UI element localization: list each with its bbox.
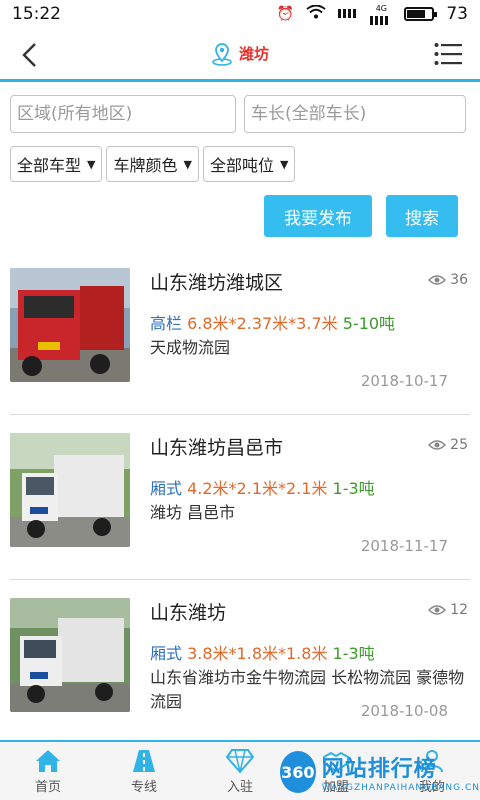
wifi-icon	[306, 4, 326, 23]
home-icon	[34, 748, 62, 774]
eye-icon	[428, 605, 447, 615]
vehicle-type: 厢式	[150, 644, 183, 663]
tab-home[interactable]: 首页	[0, 742, 96, 800]
listing-title: 山东潍坊昌邑市	[150, 437, 284, 459]
tab-join[interactable]: 入驻	[192, 742, 288, 800]
vehicle-specs: 厢式 3.8米*1.8米*1.8米 1-3吨	[150, 640, 375, 664]
vehicle-specs: 厢式 4.2米*2.1米*2.1米 1-3吨	[150, 475, 375, 499]
filter-input-row	[10, 95, 466, 133]
back-button[interactable]	[14, 40, 44, 70]
listing-date: 2018-11-17	[360, 537, 448, 555]
eye-icon	[428, 275, 447, 285]
list-item[interactable]: 山东潍坊潍城区 36 高栏 6.8米*2.37米*3.7米 5-10吨 天成物流…	[10, 250, 470, 415]
truck-photo	[10, 598, 130, 712]
publish-button[interactable]: 我要发布	[264, 195, 372, 237]
network-4g-icon: 4G	[370, 4, 392, 25]
vehicle-type-select[interactable]: 全部车型 ▼	[10, 146, 103, 182]
view-count-value: 25	[450, 437, 468, 453]
listing-date: 2018-10-17	[360, 372, 448, 390]
view-count-value: 36	[450, 272, 468, 288]
listing-location: 天成物流园	[150, 338, 231, 357]
search-button[interactable]: 搜索	[386, 195, 458, 237]
truck-photo	[10, 433, 130, 547]
page-title: 潍坊	[238, 45, 269, 63]
caret-down-icon: ▼	[279, 157, 289, 171]
battery-icon	[404, 7, 438, 21]
watermark-main: 网站排行榜	[321, 757, 437, 782]
view-count-value: 12	[450, 602, 468, 618]
vehicle-type: 厢式	[150, 479, 183, 498]
watermark-sub: WANGZHANPAIHANGBANG.CN	[321, 783, 480, 793]
plate-color-select[interactable]: 车牌颜色 ▼	[106, 146, 199, 182]
menu-button[interactable]	[434, 42, 462, 66]
status-bar: 15:22 ⏰ 4G 73	[0, 0, 480, 28]
vehicle-tonnage: 5-10吨	[342, 314, 396, 333]
tonnage-select[interactable]: 全部吨位 ▼	[202, 146, 296, 182]
status-icons: ⏰ 4G 73	[277, 4, 468, 25]
listing-title: 山东潍坊	[150, 602, 227, 624]
vehicle-type: 高栏	[150, 314, 183, 333]
chevron-left-icon	[22, 43, 36, 67]
vehicle-dimensions: 3.8米*1.8米*1.8米	[187, 644, 328, 663]
list-item[interactable]: 山东潍坊昌邑市 25 厢式 4.2米*2.1米*2.1米 1-3吨 潍坊 昌邑市…	[10, 415, 470, 580]
filter-select-row: 全部车型 ▼ 车牌颜色 ▼ 全部吨位 ▼	[10, 146, 296, 182]
truck-photo	[10, 268, 130, 382]
view-count: 25	[428, 437, 468, 453]
vehicle-tonnage: 1-3吨	[332, 644, 375, 663]
eye-icon	[428, 440, 447, 450]
watermark-logo: 360 网站排行榜 WANGZHANPAIHANGBANG.CN	[280, 744, 480, 800]
tonnage-value: 全部吨位	[209, 156, 274, 175]
watermark-badge: 360	[280, 751, 316, 793]
tab-label: 入驻	[226, 779, 253, 795]
vehicle-tonnage: 1-3吨	[332, 479, 375, 498]
action-row: 我要发布 搜索	[264, 195, 458, 237]
list-menu-icon	[434, 43, 462, 65]
tab-routes[interactable]: 专线	[96, 742, 192, 800]
location-pin-icon	[212, 42, 232, 66]
road-icon	[130, 748, 158, 774]
nav-bar: 潍坊	[0, 28, 480, 82]
vehicle-length-input[interactable]	[244, 95, 466, 133]
view-count: 36	[428, 272, 468, 288]
list-item[interactable]: 山东潍坊 12 厢式 3.8米*1.8米*1.8米 1-3吨 山东省潍坊市金牛物…	[10, 580, 470, 745]
caret-down-icon: ▼	[87, 157, 96, 171]
signal-icon	[338, 6, 358, 22]
listing-location: 潍坊 昌邑市	[150, 503, 236, 522]
status-time: 15:22	[12, 4, 61, 24]
plate-color-value: 车牌颜色	[113, 156, 178, 175]
network-type-label: 4G	[375, 3, 387, 13]
diamond-icon	[226, 748, 254, 774]
battery-fill	[407, 10, 425, 18]
city-selector[interactable]: 潍坊	[211, 42, 269, 66]
view-count: 12	[428, 602, 468, 618]
caret-down-icon: ▼	[183, 157, 192, 171]
alarm-icon: ⏰	[276, 6, 295, 22]
vehicle-list: 山东潍坊潍城区 36 高栏 6.8米*2.37米*3.7米 5-10吨 天成物流…	[10, 250, 470, 745]
listing-title: 山东潍坊潍城区	[150, 272, 284, 294]
area-input[interactable]	[10, 95, 236, 133]
vehicle-specs: 高栏 6.8米*2.37米*3.7米 5-10吨	[150, 310, 395, 334]
vehicle-dimensions: 4.2米*2.1米*2.1米	[187, 479, 328, 498]
tab-label: 专线	[130, 779, 157, 795]
battery-level: 73	[446, 4, 468, 24]
watermark-text: 网站排行榜 WANGZHANPAIHANGBANG.CN	[322, 751, 480, 793]
listing-date: 2018-10-08	[360, 702, 448, 720]
vehicle-dimensions: 6.8米*2.37米*3.7米	[187, 314, 338, 333]
tab-label: 首页	[34, 779, 61, 795]
vehicle-type-value: 全部车型	[17, 156, 82, 175]
